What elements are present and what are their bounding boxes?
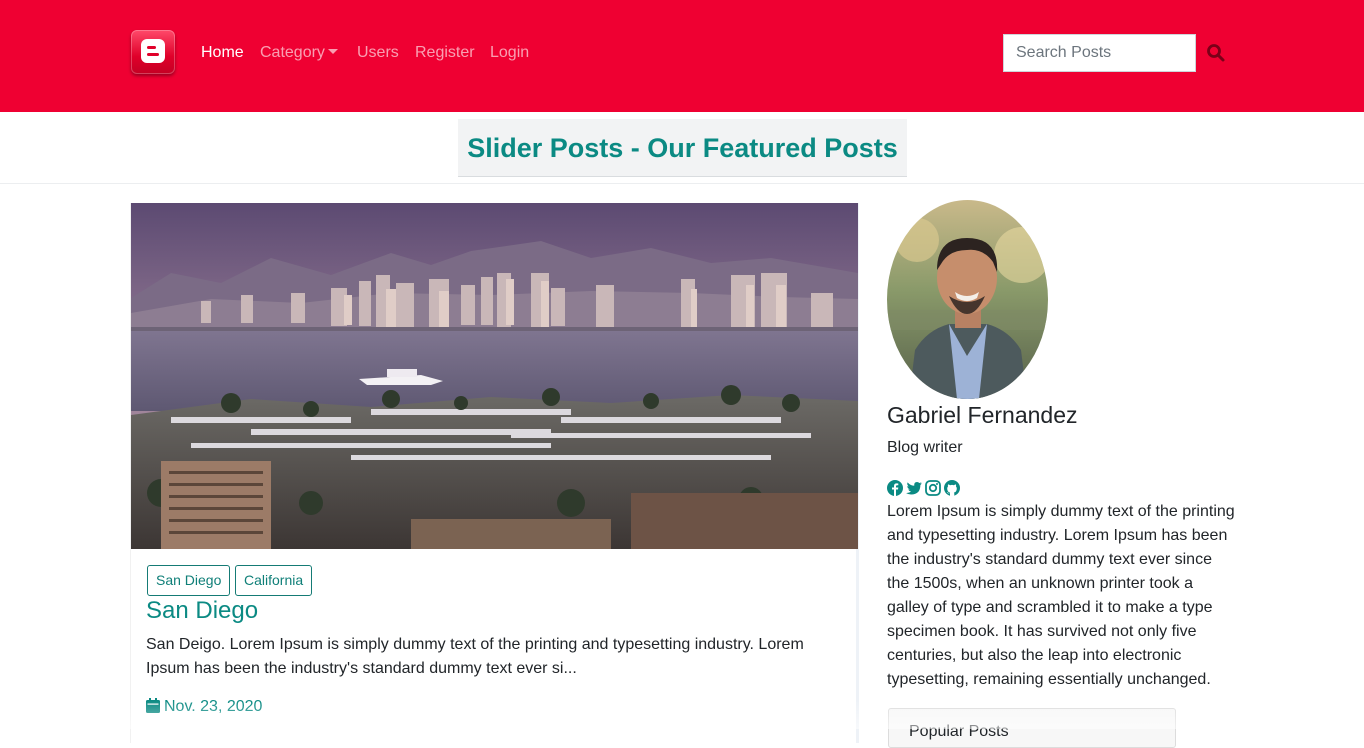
post-tag[interactable]: San Diego: [147, 565, 231, 596]
featured-heading-box: Slider Posts - Our Featured Posts: [458, 119, 907, 177]
calendar-icon: [146, 698, 160, 713]
nav-link-category[interactable]: Category: [260, 43, 338, 63]
chevron-down-icon: [327, 49, 338, 54]
post-title[interactable]: San Diego: [146, 597, 258, 625]
post-image[interactable]: [131, 203, 858, 549]
avatar: [887, 200, 1048, 399]
twitter-icon[interactable]: [906, 480, 922, 496]
author-role: Blog writer: [887, 439, 963, 456]
author-bio: Lorem Ipsum is simply dummy text of the …: [887, 503, 1235, 688]
search-button[interactable]: [1206, 43, 1226, 63]
blogger-logo-icon[interactable]: [131, 30, 175, 74]
post-date-text: Nov. 23, 2020: [164, 698, 263, 715]
popular-posts-card: Popular Posts: [888, 708, 1176, 748]
nav-link-login[interactable]: Login: [490, 43, 529, 63]
nav-link-users[interactable]: Users: [357, 43, 399, 63]
san-diego-skyline-photo: [131, 203, 858, 549]
social-links: [887, 480, 960, 497]
nav-link-home[interactable]: Home: [201, 43, 244, 63]
popular-posts-title: Popular Posts: [909, 723, 1009, 740]
nav-link-register[interactable]: Register: [415, 43, 475, 63]
nav-link-category-label: Category: [260, 44, 325, 61]
navbar: Home Category Users Register Login: [0, 0, 1364, 112]
author-photo: [887, 200, 1048, 399]
post-card: San Diego California San Diego San Deigo…: [131, 203, 859, 743]
search-icon: [1207, 44, 1225, 62]
facebook-icon[interactable]: [887, 480, 903, 496]
instagram-icon[interactable]: [925, 480, 941, 496]
github-icon[interactable]: [944, 480, 960, 496]
post-tag[interactable]: California: [235, 565, 313, 596]
search-input[interactable]: [1003, 34, 1196, 72]
post-date: Nov. 23, 2020: [146, 698, 262, 716]
post-excerpt: San Deigo. Lorem Ipsum is simply dummy t…: [146, 636, 804, 677]
author-name: Gabriel Fernandez: [887, 402, 1078, 428]
page-title: Slider Posts - Our Featured Posts: [467, 133, 898, 163]
